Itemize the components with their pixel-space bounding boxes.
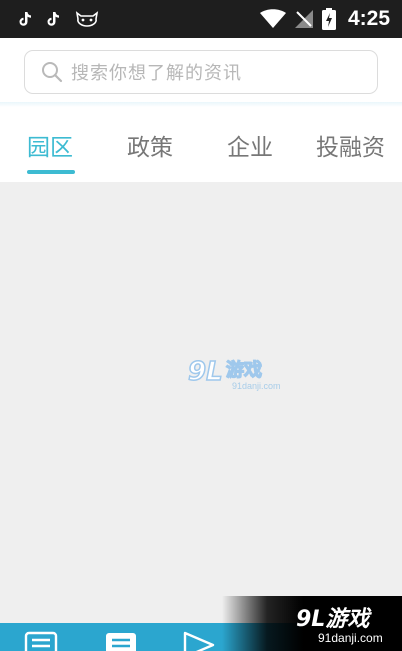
content-area: 9L 游戏 91danji.com [0, 182, 402, 623]
svg-text:游戏: 游戏 [226, 359, 262, 381]
send-icon[interactable] [182, 631, 216, 651]
status-time: 4:25 [347, 7, 390, 30]
no-signal-icon [294, 9, 314, 29]
tab-investment[interactable]: 投融资 [316, 128, 385, 162]
tab-park[interactable]: 园区 [27, 128, 73, 162]
watermark-logo: 9L 游戏 91danji.com [186, 352, 286, 392]
watermark-corner: 9L游戏 91danji.com [222, 596, 402, 651]
tab-enterprise[interactable]: 企业 [227, 128, 273, 162]
tab-bar: 园区 政策 企业 投融资 [0, 108, 402, 182]
search-input[interactable]: 搜索你想了解的资讯 [24, 50, 378, 94]
watermark-corner-url: 91danji.com [318, 631, 383, 645]
tiktok-icon [18, 11, 32, 27]
svg-text:91danji.com: 91danji.com [232, 381, 281, 391]
cat-face-icon [74, 10, 100, 28]
search-area: 搜索你想了解的资讯 [0, 38, 402, 104]
search-icon [41, 61, 63, 83]
list-icon[interactable] [24, 631, 58, 651]
wifi-icon [259, 9, 286, 29]
tab-indicator [27, 170, 75, 174]
status-bar: 4:25 [0, 0, 402, 38]
status-right: 4:25 [259, 7, 390, 31]
tiktok-icon [46, 11, 60, 27]
search-divider [0, 102, 402, 107]
svg-text:9L: 9L [188, 357, 223, 387]
document-icon[interactable] [104, 631, 138, 651]
status-left [18, 10, 100, 28]
tab-policy[interactable]: 政策 [127, 128, 173, 162]
search-placeholder: 搜索你想了解的资讯 [71, 63, 242, 84]
battery-charging-icon [321, 8, 336, 30]
watermark-corner-logo: 9L游戏 [296, 607, 370, 632]
